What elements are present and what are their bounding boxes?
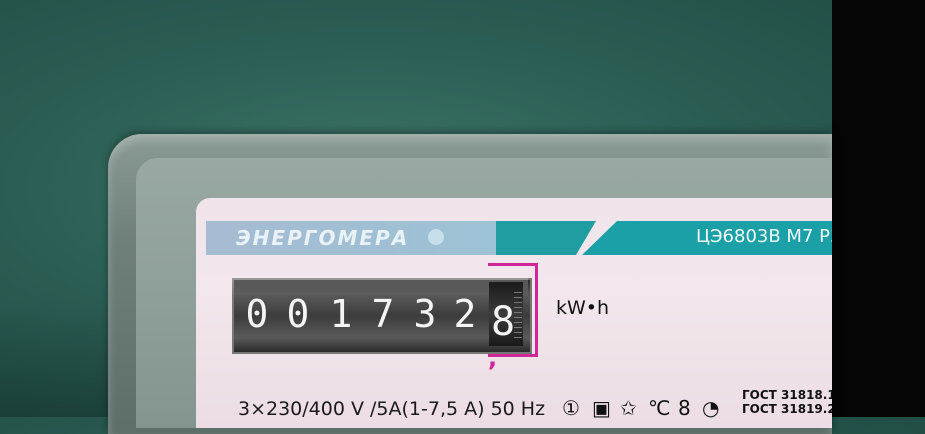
rotation-icon: ◔	[702, 396, 720, 420]
wall-shadow	[0, 300, 120, 417]
counter-digit: 2	[453, 292, 477, 336]
gost-standard-2: ГОСТ 31819.21-	[742, 402, 832, 416]
double-insulation-icon: ▣	[592, 396, 611, 420]
counter-digit: 7	[371, 292, 395, 336]
counter-digit: 0	[245, 292, 269, 336]
gost-standard-1: ГОСТ 31818.11-	[742, 388, 832, 402]
unit-label: kW•h	[556, 297, 610, 319]
accuracy-class-icon: ①	[562, 396, 580, 420]
counter-digit: 0	[286, 292, 310, 336]
counter-digit: 3	[413, 292, 437, 336]
temperature-icon: ℃	[648, 396, 671, 420]
dark-edge-region	[832, 0, 925, 417]
decimal-comma-mark: ,	[488, 344, 498, 372]
decimal-marker-bracket	[488, 263, 538, 357]
figure-eight-icon: 8	[678, 396, 691, 420]
counter-digit: 1	[329, 292, 353, 336]
brand-logo-icon	[428, 229, 444, 245]
model-number: ЦЭ6803В М7 Р3	[696, 226, 832, 247]
star-icon: ✩	[620, 396, 637, 420]
brand-name: ЭНЕРГОМЕРА	[236, 226, 410, 250]
